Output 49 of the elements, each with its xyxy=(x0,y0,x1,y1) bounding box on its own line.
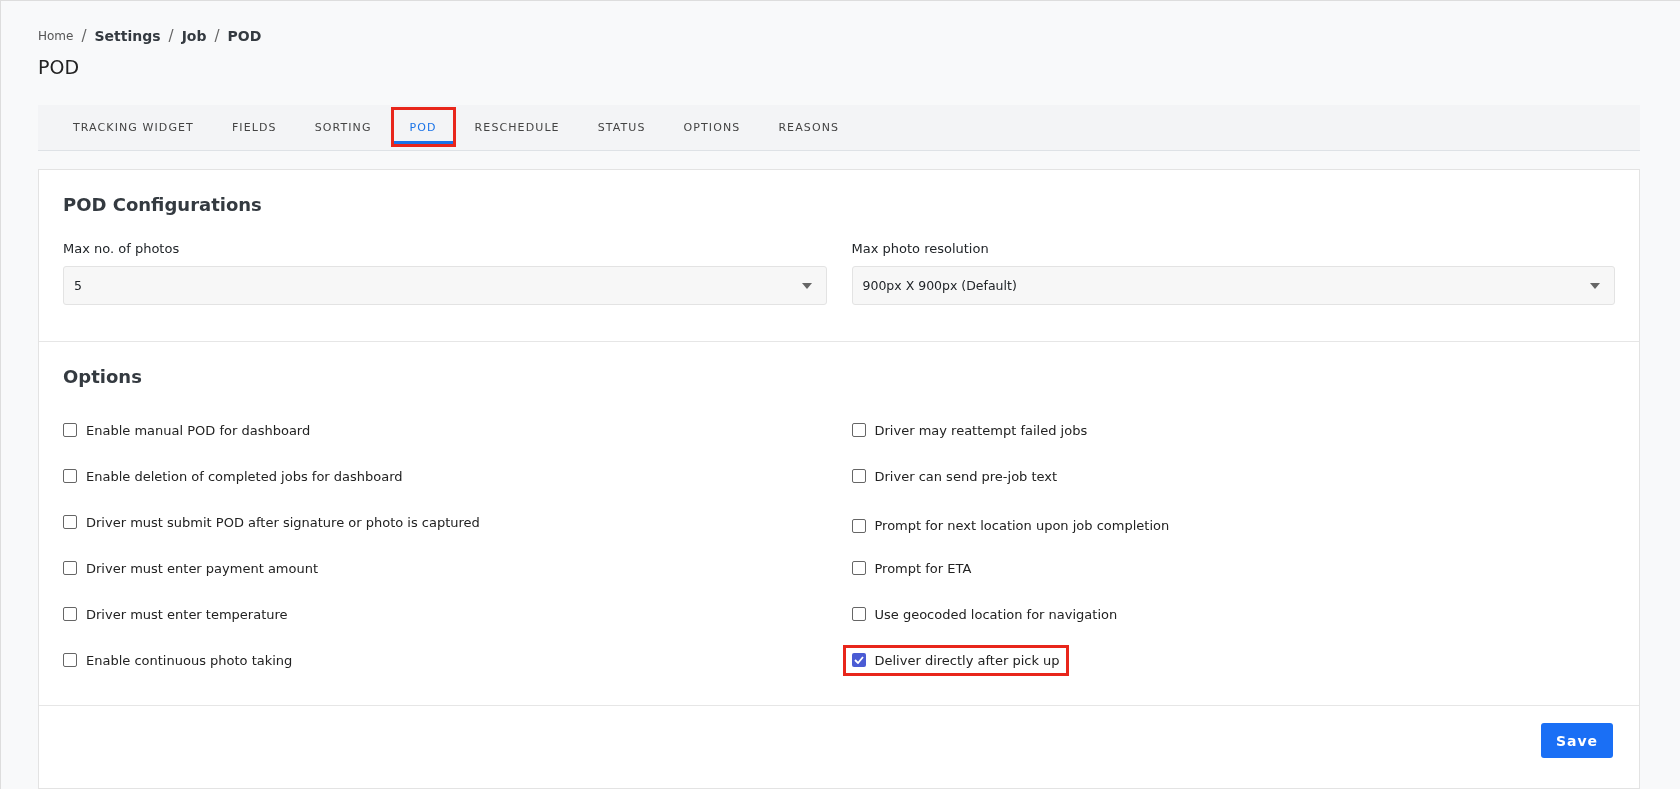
checkbox-label: Driver may reattempt failed jobs xyxy=(874,422,1088,438)
checkbox-label: Prompt for next location upon job completion xyxy=(874,518,1170,533)
checkbox[interactable] xyxy=(851,518,866,533)
tab[interactable]: FIELDS xyxy=(212,107,296,147)
checkbox[interactable] xyxy=(63,469,77,483)
tab[interactable]: STATUS xyxy=(578,107,665,147)
breadcrumb-item: POD xyxy=(227,28,262,44)
select-field[interactable]: 900px X 900px (Default) xyxy=(851,266,1615,305)
tab[interactable]: OPTIONS xyxy=(664,107,760,147)
checkbox-label: Prompt for ETA xyxy=(874,560,972,576)
checkbox-label: Enable manual POD for dashboard xyxy=(86,422,311,438)
tab[interactable]: POD xyxy=(390,107,456,147)
checkbox[interactable] xyxy=(63,515,77,529)
checkbox[interactable] xyxy=(851,653,866,667)
checkbox[interactable] xyxy=(63,561,77,575)
checkbox-label: Enable deletion of completed jobs for dashboard xyxy=(86,468,403,484)
breadcrumb-item[interactable]: Home xyxy=(38,29,74,43)
breadcrumb-separator: / xyxy=(214,27,220,45)
checkbox-label: Driver must submit POD after signature or photo is captured xyxy=(86,514,480,530)
checkbox-label: Driver can send pre-job text xyxy=(874,468,1058,484)
checkbox-label: Enable continuous photo taking xyxy=(86,652,293,668)
checkbox-label: Driver must enter temperature xyxy=(86,606,288,622)
field-label: Max photo resolution xyxy=(851,241,990,256)
checkbox[interactable] xyxy=(63,423,77,437)
caret-icon xyxy=(1590,282,1600,289)
checkbox[interactable] xyxy=(63,653,77,667)
tab[interactable]: TRACKING WIDGET xyxy=(54,107,213,147)
checkbox[interactable] xyxy=(851,561,866,575)
checkbox[interactable] xyxy=(63,607,77,621)
checkbox-label: Deliver directly after pick up xyxy=(874,652,1060,668)
tab[interactable]: REASONS xyxy=(759,107,859,147)
breadcrumb-item: Job xyxy=(181,28,207,44)
breadcrumb-separator: / xyxy=(81,27,87,45)
tab[interactable]: SORTING xyxy=(295,107,391,147)
checkbox-label: Use geocoded location for navigation xyxy=(874,606,1118,622)
checkbox[interactable] xyxy=(851,423,866,437)
checkbox[interactable] xyxy=(851,607,866,621)
breadcrumb-separator: / xyxy=(168,27,174,45)
checkbox[interactable] xyxy=(851,469,866,483)
breadcrumb-item: Settings xyxy=(94,28,161,44)
save-button[interactable]: Save xyxy=(1541,723,1613,758)
page-title: POD xyxy=(38,56,81,78)
caret-icon xyxy=(801,282,812,289)
tab[interactable]: RESCHEDULE xyxy=(455,107,579,147)
section-title: POD Configurations xyxy=(63,194,263,215)
checkbox-label: Driver must enter payment amount xyxy=(86,560,319,576)
section-title: Options xyxy=(63,366,143,387)
field-label: Max no. of photos xyxy=(63,241,181,256)
select-field[interactable]: 5 xyxy=(63,266,827,305)
